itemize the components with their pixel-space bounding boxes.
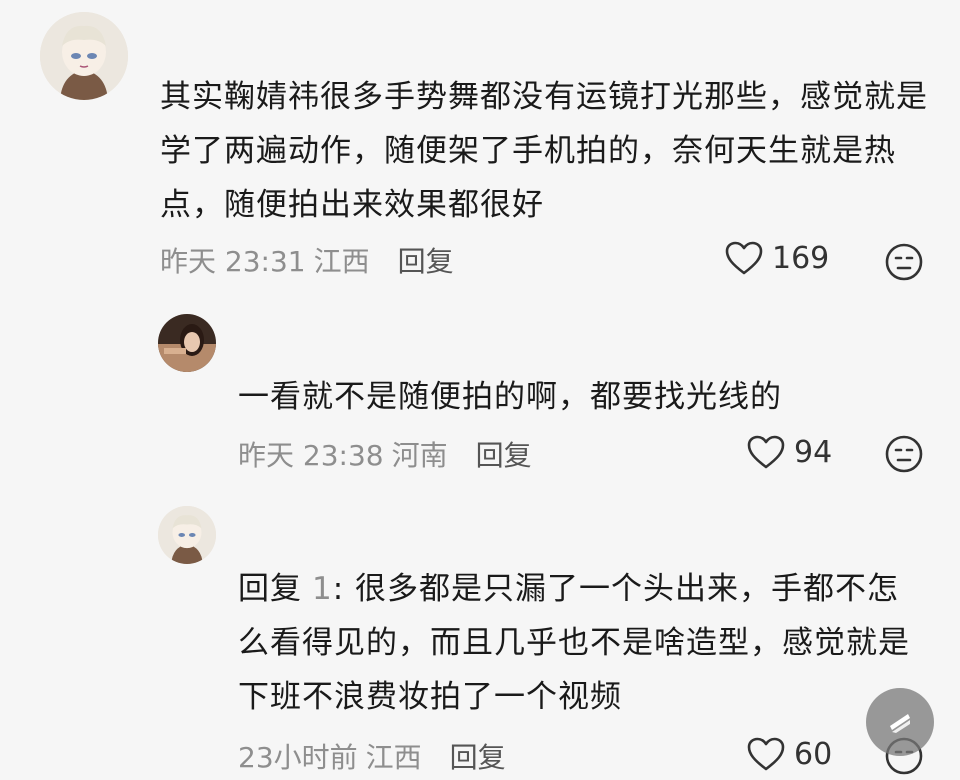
like-button[interactable]: 60: [746, 736, 832, 772]
comment-time: 23小时前: [238, 741, 358, 774]
reply-button[interactable]: 回复: [450, 736, 506, 776]
slash-icon: [890, 714, 910, 733]
reaction-button[interactable]: [884, 242, 924, 282]
comment-meta: 昨天 23:31 江西 回复: [160, 240, 454, 280]
reply-button[interactable]: 回复: [398, 240, 454, 280]
floating-action-button[interactable]: [866, 688, 934, 756]
comment-text: 其实鞠婧祎很多手势舞都没有运镜打光那些，感觉就是学了两遍动作，随便架了手机拍的，…: [160, 79, 928, 223]
heart-outline-icon: [747, 737, 785, 771]
avatar[interactable]: [40, 12, 128, 100]
comment-text: 一看就不是随便拍的啊，都要找光线的: [238, 379, 782, 415]
reply-body: : 很多都是只漏了一个头出来，手都不怎么看得见的，而且几乎也不是啥造型，感觉就是…: [238, 571, 910, 715]
comment-location: 江西: [365, 741, 422, 774]
like-count: 60: [794, 736, 833, 772]
like-count: 94: [794, 434, 833, 470]
cartoon-avatar-icon: [40, 12, 128, 100]
neutral-face-icon: [885, 243, 923, 281]
avatar[interactable]: [158, 314, 216, 372]
reply-button[interactable]: 回复: [476, 434, 532, 474]
cartoon-avatar-icon: [158, 506, 216, 564]
comment-text: 回复 1: 很多都是只漏了一个头出来，手都不怎么看得见的，而且几乎也不是啥造型，感…: [238, 562, 928, 724]
comment-meta: 23小时前 江西 回复: [238, 736, 506, 776]
comment-location: 河南: [391, 439, 448, 472]
comment-time: 昨天 23:31: [160, 245, 306, 278]
like-count: 169: [772, 240, 830, 276]
comment-time: 昨天 23:38: [238, 439, 384, 472]
like-button[interactable]: 169: [724, 240, 829, 276]
comment-location: 江西: [313, 245, 370, 278]
comment-meta: 昨天 23:38 河南 回复: [238, 434, 532, 474]
heart-outline-icon: [747, 435, 785, 469]
reply-prefix: 回复: [238, 571, 302, 607]
reply-target[interactable]: 1: [312, 571, 333, 607]
photo-avatar-icon: [158, 314, 216, 372]
neutral-face-icon: [885, 435, 923, 473]
like-button[interactable]: 94: [746, 434, 832, 470]
reaction-button[interactable]: [884, 434, 924, 474]
heart-outline-icon: [725, 241, 763, 275]
avatar[interactable]: [158, 506, 216, 564]
